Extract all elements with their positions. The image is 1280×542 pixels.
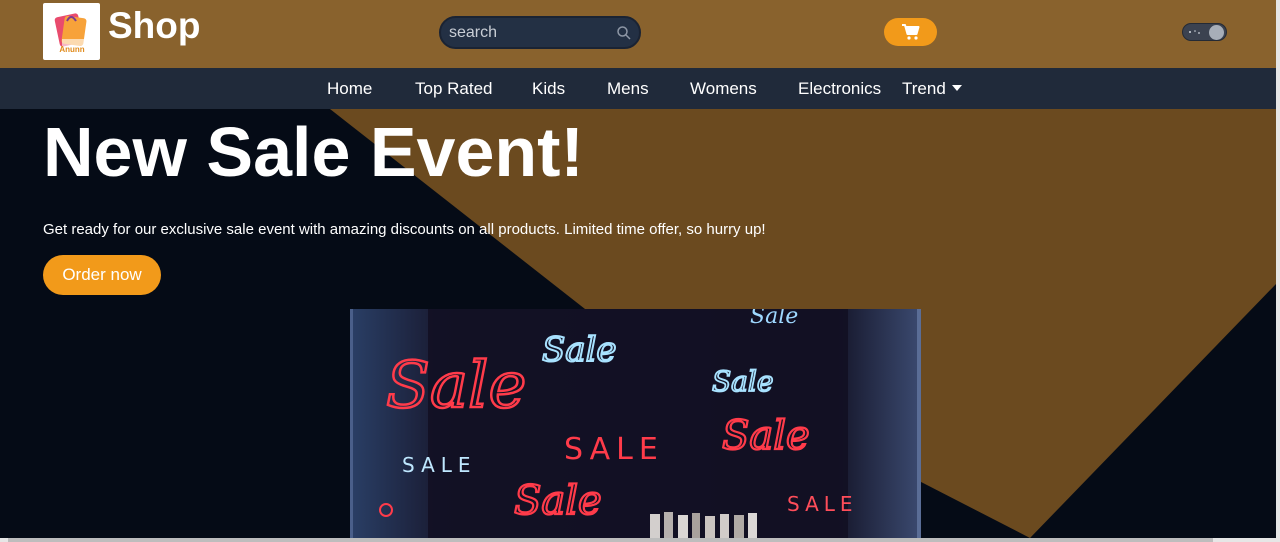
nav-item-kids[interactable]: Kids <box>532 79 565 99</box>
neon-sign-text: Sale <box>514 478 602 524</box>
nav-item-trend[interactable]: Trend <box>902 79 962 99</box>
hero-subtitle: Get ready for our exclusive sale event w… <box>43 221 766 238</box>
cart-button[interactable] <box>884 18 937 46</box>
nav-item-top-rated[interactable]: Top Rated <box>415 79 493 99</box>
brand-name[interactable]: Shop <box>108 6 200 46</box>
neon-sign-text: SALE <box>564 432 664 467</box>
sale-banner-image: Sale Sale Sale Sale SALE Sale SALE Sale … <box>350 309 921 542</box>
search-bar[interactable] <box>439 16 641 49</box>
horizontal-scrollbar[interactable] <box>0 538 1280 542</box>
header-bar: Anunn Shop <box>0 0 1280 68</box>
hero-title: New Sale Event! <box>43 113 584 191</box>
neon-sign-text: SALE <box>402 453 477 477</box>
order-now-button[interactable]: Order now <box>43 255 161 295</box>
neon-sign-text: Sale <box>712 365 773 398</box>
vertical-scrollbar[interactable] <box>1276 0 1280 538</box>
nav-item-womens[interactable]: Womens <box>690 79 757 99</box>
logo-text: Anunn <box>59 45 84 54</box>
theme-toggle[interactable] <box>1182 23 1227 41</box>
nav-item-electronics[interactable]: Electronics <box>798 79 881 99</box>
nav-item-home[interactable]: Home <box>327 79 372 99</box>
nav-item-trend-label: Trend <box>902 79 946 98</box>
neon-sign-text: Sale <box>722 413 810 459</box>
shop-logo[interactable]: Anunn <box>43 3 100 60</box>
caret-down-icon <box>951 85 962 91</box>
nav-item-mens[interactable]: Mens <box>607 79 649 99</box>
stars-icon <box>1189 30 1200 34</box>
main-nav: Home Top Rated Kids Mens Womens Electron… <box>0 68 1280 109</box>
neon-sign-text: Sale <box>386 349 526 423</box>
neon-sign-text: Sale <box>750 309 798 329</box>
neon-sign-text: Sale <box>542 330 617 370</box>
search-icon[interactable] <box>616 25 632 41</box>
neon-sign-text: SALE <box>787 492 858 516</box>
moon-toggle-knob[interactable] <box>1209 25 1224 40</box>
neon-sale-signs-image: Sale Sale Sale Sale SALE Sale SALE Sale … <box>350 309 921 542</box>
search-input[interactable] <box>449 18 614 47</box>
horizontal-scrollbar-thumb[interactable] <box>8 538 1213 542</box>
cart-icon <box>902 24 920 40</box>
shopping-bag-logo-icon: Anunn <box>54 13 87 54</box>
